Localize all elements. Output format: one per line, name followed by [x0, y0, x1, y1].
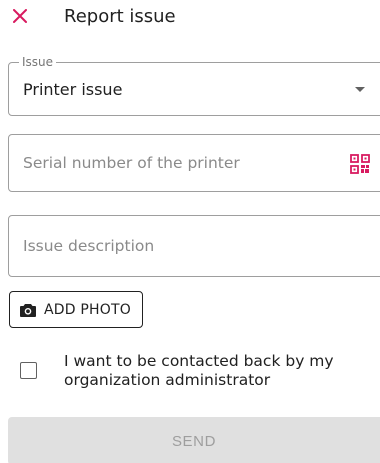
qr-scan-button[interactable] [349, 153, 371, 175]
serial-number-field [8, 134, 380, 192]
camera-icon [20, 303, 36, 317]
send-label: SEND [171, 432, 217, 450]
app-bar: Report issue [0, 0, 380, 38]
page-title: Report issue [64, 6, 176, 27]
qr-code-icon [350, 154, 370, 174]
close-icon [13, 9, 27, 23]
contact-back-checkbox[interactable] [20, 362, 37, 379]
report-issue-screen: Report issue Issue Printer issue Serial … [0, 0, 380, 463]
issue-select-value: Printer issue [23, 80, 123, 99]
close-button[interactable] [8, 4, 32, 28]
add-photo-label: ADD PHOTO [44, 301, 131, 318]
add-photo-button[interactable]: ADD PHOTO [9, 291, 143, 328]
contact-back-label: I want to be contacted back by my organi… [64, 352, 334, 389]
issue-description-field [8, 215, 380, 277]
issue-select[interactable]: Issue Printer issue [8, 54, 380, 116]
dropdown-arrow-icon [355, 87, 365, 92]
send-button[interactable]: SEND [8, 417, 380, 463]
issue-description-input[interactable] [9, 216, 339, 276]
issue-select-label: Issue [19, 54, 57, 70]
serial-number-input[interactable] [9, 135, 339, 191]
